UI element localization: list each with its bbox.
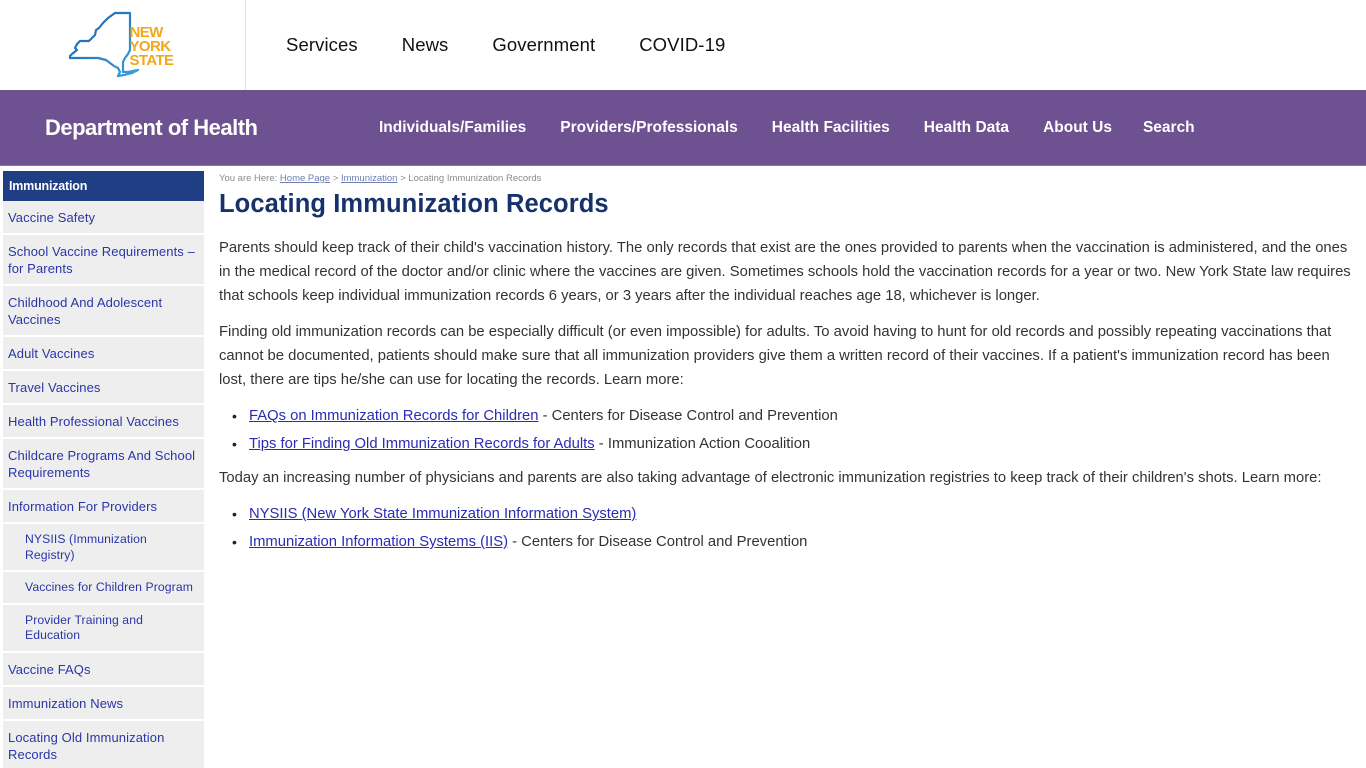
breadcrumb-immunization[interactable]: Immunization [341,173,398,184]
agency-nav-search[interactable]: Search [1143,119,1195,137]
agency-bar: Department of Health Individuals/Familie… [0,90,1366,166]
sidebar-item-vaccines-for-children-program[interactable]: Vaccines for Children Program [3,572,204,605]
sidebar-nav: Immunization Vaccine Safety School Vaccin… [3,171,204,768]
global-nav-news[interactable]: News [402,34,449,56]
breadcrumb: You are Here: Home Page > Immunization >… [219,172,1352,186]
sidebar-item-adult-vaccines[interactable]: Adult Vaccines [3,337,204,371]
agency-nav-individuals-families[interactable]: Individuals/Families [379,119,526,137]
list-item: • FAQs on Immunization Records for Child… [219,404,1352,428]
sidebar-item-immunization-news[interactable]: Immunization News [3,686,204,721]
bullet-icon: • [232,534,237,550]
list-item: • Immunization Information Systems (IIS)… [219,530,1352,554]
sidebar-item-information-for-providers[interactable]: Information For Providers [3,490,204,524]
paragraph-parents: Parents should keep track of their child… [219,240,1351,304]
global-nav-government[interactable]: Government [492,34,595,56]
link-iis[interactable]: Immunization Information Systems (IIS) [249,534,508,550]
records-links-list: • FAQs on Immunization Records for Child… [219,404,1352,456]
breadcrumb-prefix: You are Here: [219,173,278,184]
breadcrumb-separator: > [400,173,406,184]
link-source: - Immunization Action Cooalition [594,436,811,452]
sidebar-heading-immunization[interactable]: Immunization [3,171,204,201]
sidebar-item-school-vaccine-requirements-for-parents[interactable]: School Vaccine Requirements – for Parent… [3,235,204,286]
logo-wordmark: NEW YORK STATE [129,25,175,69]
page-title: Locating Immunization Records [219,190,609,218]
link-source: - Centers for Disease Control and Preven… [508,534,808,550]
link-tips-old-records-adults[interactable]: Tips for Finding Old Immunization Record… [249,436,595,452]
sidebar-item-travel-vaccines[interactable]: Travel Vaccines [3,371,204,405]
global-nav-services[interactable]: Services [286,34,358,56]
sidebar-item-vaccine-faqs[interactable]: Vaccine FAQs [3,652,204,687]
breadcrumb-home[interactable]: Home Page [280,173,330,184]
agency-nav-about-us[interactable]: About Us [1043,119,1112,137]
breadcrumb-separator: > [332,173,339,184]
logo-area: NEW YORK STATE [0,0,246,90]
link-faqs-records-children[interactable]: FAQs on Immunization Records for Childre… [249,408,538,424]
top-header: NEW YORK STATE Services News Government … [0,0,1366,90]
paragraph-adults: Finding old immunization records can be … [219,324,1332,388]
list-item: • NYSIIS (New York State Immunization In… [219,502,1352,526]
agency-nav-health-facilities[interactable]: Health Facilities [772,119,890,137]
bullet-icon: • [232,436,237,452]
bullet-icon: • [232,408,237,424]
bullet-icon: • [232,506,237,522]
nys-logo-link[interactable]: NEW YORK STATE [68,10,180,80]
agency-nav-health-data[interactable]: Health Data [924,119,1009,137]
sidebar-item-nysiis-immunization-registry[interactable]: NYSIIS (Immunization Registry) [3,524,204,572]
sidebar-item-provider-training-and-education[interactable]: Provider Training and Education [3,604,204,653]
agency-title[interactable]: Department of Health [45,115,379,141]
sidebar-item-vaccine-safety[interactable]: Vaccine Safety [3,201,204,235]
global-nav: Services News Government COVID-19 [246,0,769,90]
sidebar-items: Vaccine Safety School Vaccine Requirement… [3,201,204,768]
agency-nav-providers-professionals[interactable]: Providers/Professionals [560,119,737,137]
logo-line-state: STATE [129,52,175,69]
main-content: You are Here: Home Page > Immunization >… [204,166,1366,564]
link-source: - Centers for Disease Control and Preven… [538,408,838,424]
sidebar-item-childhood-and-adolescent-vaccines[interactable]: Childhood And Adolescent Vaccines [3,286,204,337]
sidebar-item-health-professional-vaccines[interactable]: Health Professional Vaccines [3,405,204,439]
registries-links-list: • NYSIIS (New York State Immunization In… [219,502,1352,554]
link-nysiis[interactable]: NYSIIS (New York State Immunization Info… [249,506,636,522]
page-body: Immunization Vaccine Safety School Vaccin… [0,166,1366,768]
list-item: • Tips for Finding Old Immunization Reco… [219,432,1352,456]
breadcrumb-current: Locating Immunization Records [408,173,542,184]
sidebar-item-childcare-programs-and-school-requirements[interactable]: Childcare Programs And School Requiremen… [3,439,204,490]
agency-nav: Individuals/Families Providers/Professio… [379,119,1229,137]
paragraph-registries: Today an increasing number of physicians… [219,470,1322,486]
global-nav-covid19[interactable]: COVID-19 [639,34,725,56]
sidebar-item-locating-old-immunization-records[interactable]: Locating Old Immunization Records [3,720,204,768]
